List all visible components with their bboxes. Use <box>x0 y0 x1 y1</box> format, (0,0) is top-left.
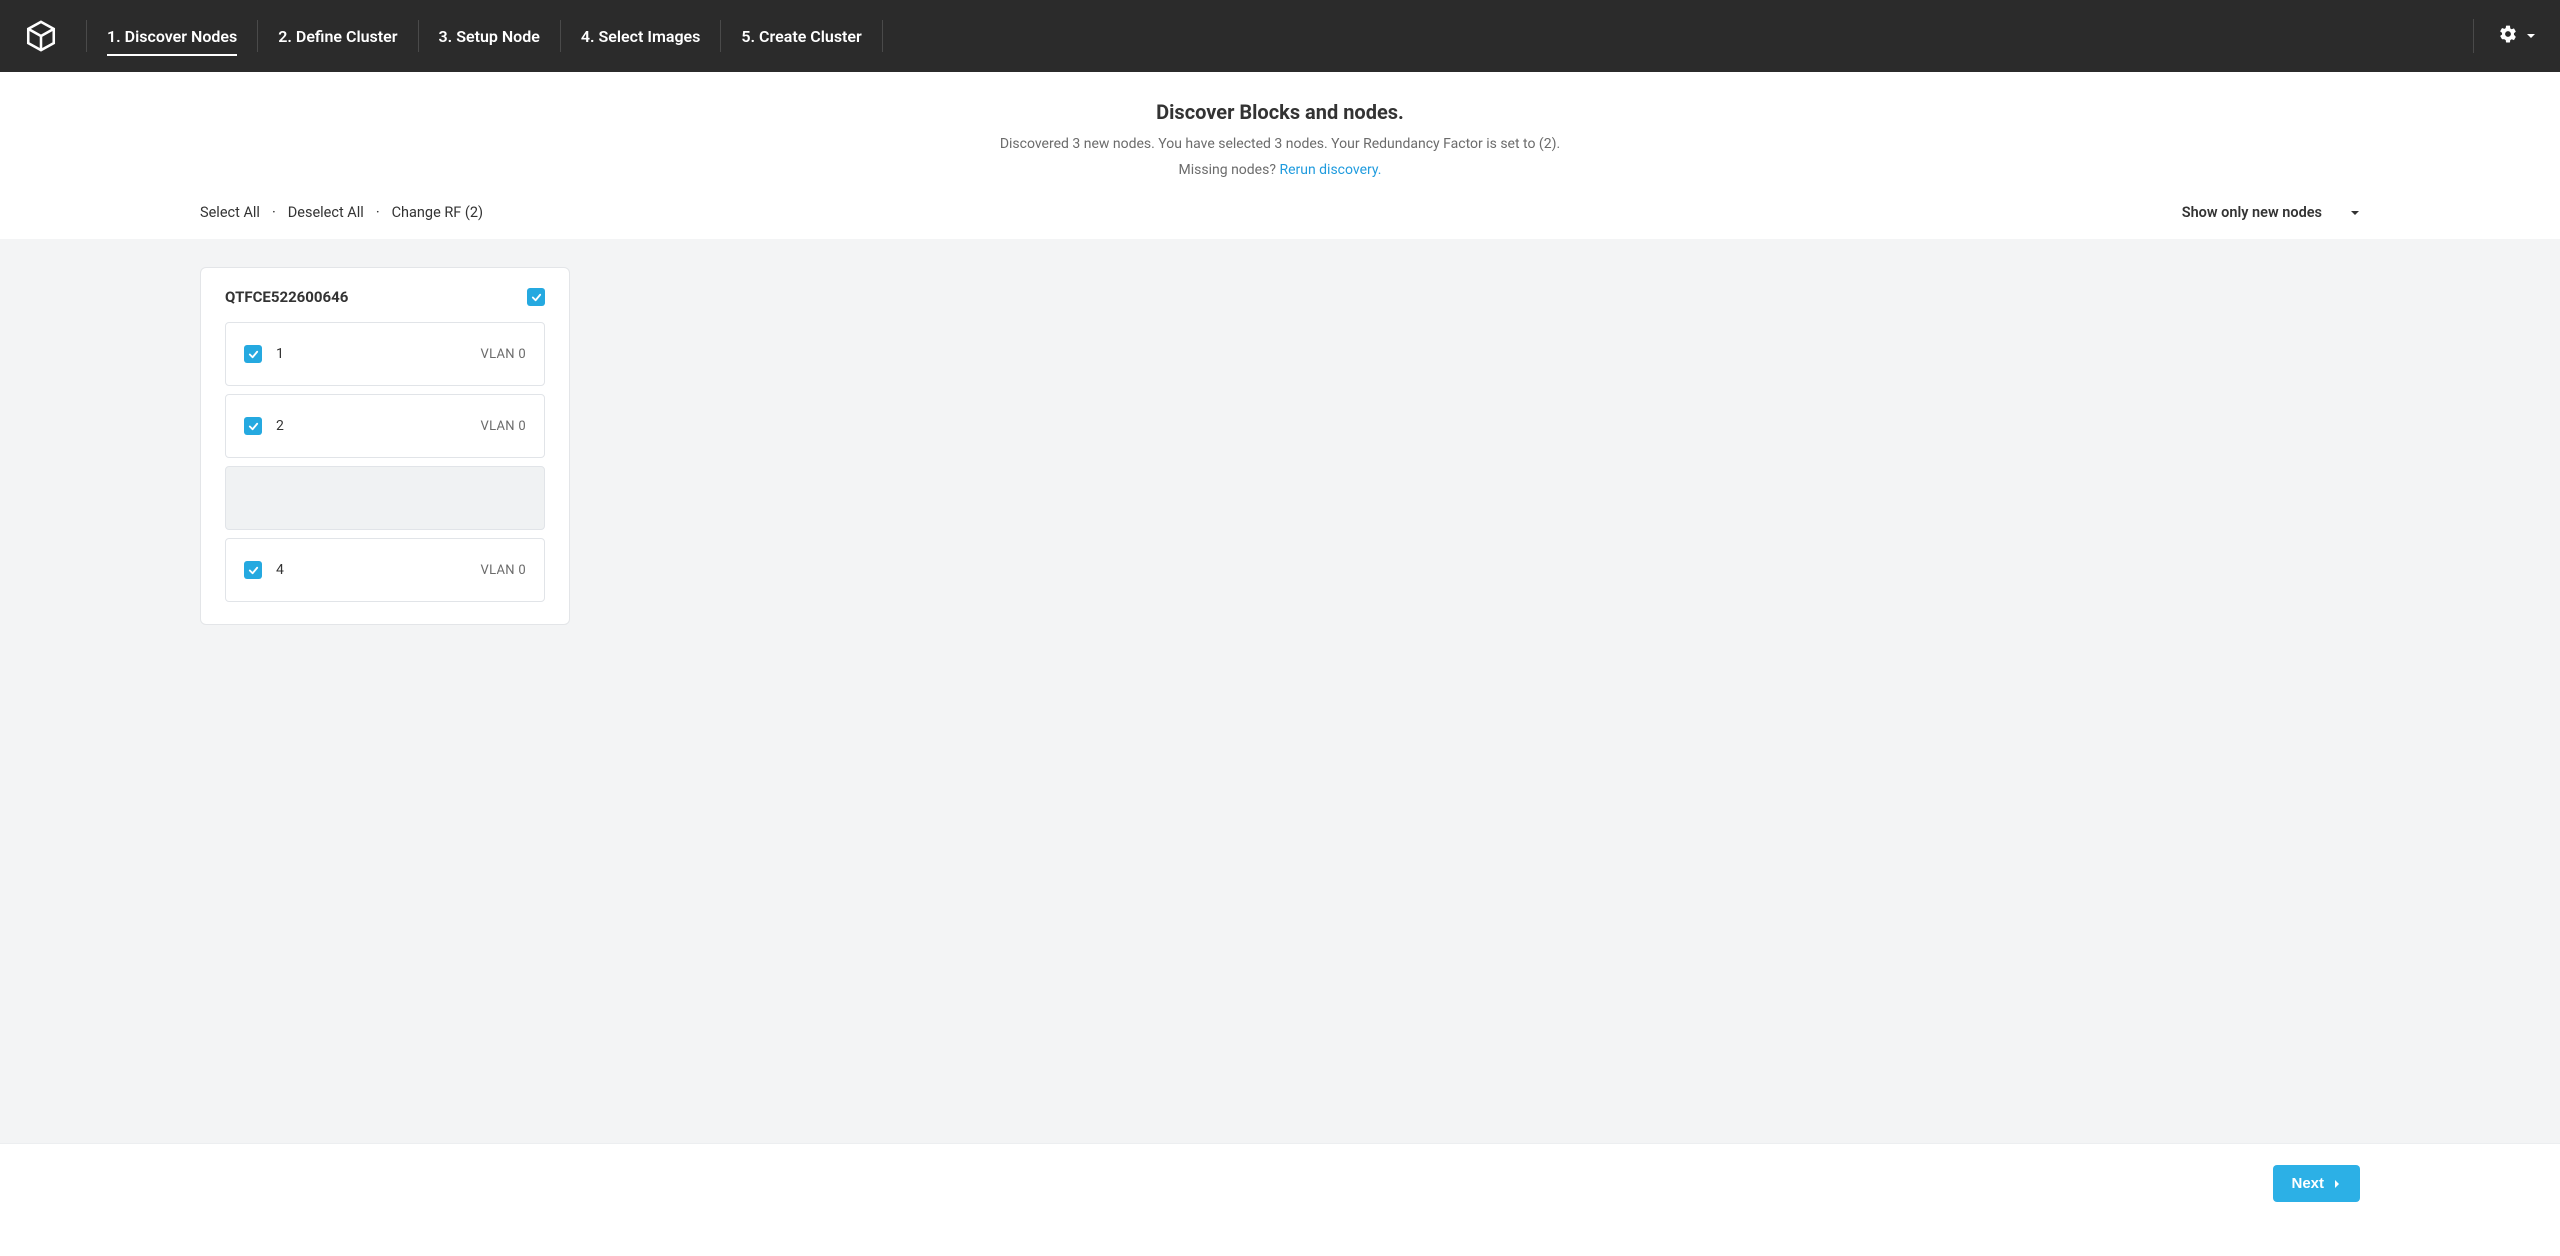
chevron-down-icon <box>2350 208 2360 218</box>
node-vlan: VLAN 0 <box>481 419 527 434</box>
deselect-all-link[interactable]: Deselect All <box>288 204 364 221</box>
node-number: 1 <box>276 346 284 362</box>
separator-dot: · <box>272 204 276 221</box>
settings-menu[interactable] <box>2498 24 2536 48</box>
actionbar-left: Select All · Deselect All · Change RF (2… <box>200 204 483 221</box>
gear-icon <box>2498 24 2518 48</box>
wizard-step-2[interactable]: 2. Define Cluster <box>258 0 417 72</box>
actionbar: Select All · Deselect All · Change RF (2… <box>0 204 2560 239</box>
node-checkbox[interactable] <box>244 561 262 579</box>
wizard-step-4[interactable]: 4. Select Images <box>561 0 721 72</box>
block-checkbox[interactable] <box>527 288 545 306</box>
page-missing-line: Missing nodes? Rerun discovery. <box>0 162 2560 178</box>
page-subtitle: Discovered 3 new nodes. You have selecte… <box>0 136 2560 152</box>
wizard-step-3[interactable]: 3. Setup Node <box>419 0 560 72</box>
node-vlan: VLAN 0 <box>481 563 527 578</box>
chevron-right-icon <box>2332 1179 2342 1189</box>
cube-logo-icon <box>24 19 58 53</box>
separator-dot: · <box>376 204 380 221</box>
node-row[interactable]: 4 VLAN 0 <box>225 538 545 602</box>
wizard-step-5[interactable]: 5. Create Cluster <box>721 0 881 72</box>
node-checkbox[interactable] <box>244 345 262 363</box>
block-name: QTFCE522600646 <box>225 288 348 306</box>
filter-label: Show only new nodes <box>2182 204 2322 221</box>
wizard-steps: 1. Discover Nodes 2. Define Cluster 3. S… <box>86 0 883 72</box>
node-number: 4 <box>276 562 284 578</box>
node-checkbox[interactable] <box>244 417 262 435</box>
rerun-discovery-link[interactable]: Rerun discovery. <box>1279 162 1381 178</box>
wizard-step-1[interactable]: 1. Discover Nodes <box>87 0 257 72</box>
chevron-down-icon <box>2526 31 2536 41</box>
footer: Next <box>0 1143 2560 1223</box>
next-button[interactable]: Next <box>2273 1165 2360 1202</box>
content-area: QTFCE522600646 1 VLAN 0 2 VLAN 0 4 <box>0 239 2560 1143</box>
block-card: QTFCE522600646 1 VLAN 0 2 VLAN 0 4 <box>200 267 570 625</box>
page-title: Discover Blocks and nodes. <box>0 100 2560 124</box>
missing-prefix: Missing nodes? <box>1179 162 1276 178</box>
node-number: 2 <box>276 418 284 434</box>
topbar-right <box>2473 19 2536 53</box>
change-rf-link[interactable]: Change RF (2) <box>392 204 483 221</box>
topbar: 1. Discover Nodes 2. Define Cluster 3. S… <box>0 0 2560 72</box>
node-filter-dropdown[interactable]: Show only new nodes <box>2182 204 2360 221</box>
next-button-label: Next <box>2291 1175 2324 1192</box>
block-header: QTFCE522600646 <box>225 288 545 306</box>
node-row-empty <box>225 466 545 530</box>
node-row[interactable]: 2 VLAN 0 <box>225 394 545 458</box>
page-header: Discover Blocks and nodes. Discovered 3 … <box>0 72 2560 204</box>
node-vlan: VLAN 0 <box>481 347 527 362</box>
select-all-link[interactable]: Select All <box>200 204 260 221</box>
node-row[interactable]: 1 VLAN 0 <box>225 322 545 386</box>
